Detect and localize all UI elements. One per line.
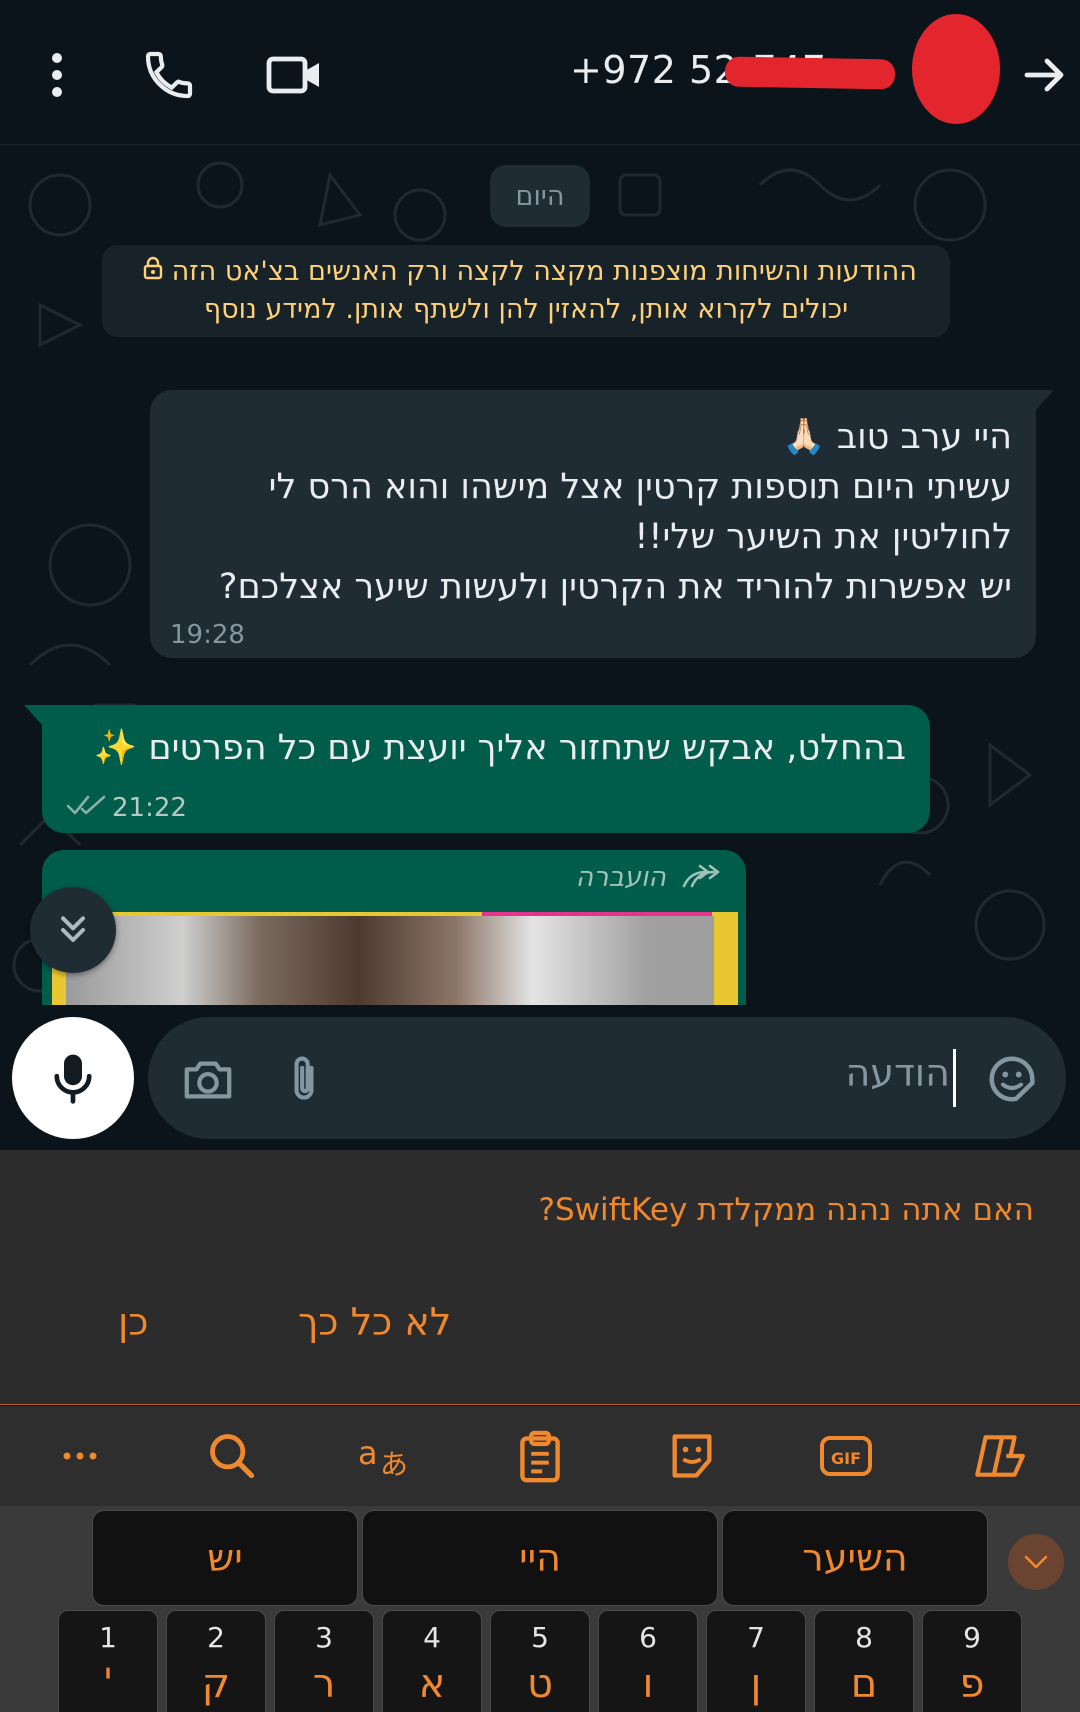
suggestion-1[interactable]: השיער xyxy=(722,1510,988,1606)
suggestions-expand-button[interactable] xyxy=(1008,1534,1064,1590)
more-options-icon[interactable] xyxy=(22,40,92,110)
key-6[interactable]: 6ו xyxy=(598,1610,698,1712)
key-9[interactable]: 9פ xyxy=(922,1610,1022,1712)
scroll-to-bottom-button[interactable] xyxy=(30,887,116,973)
gif-icon[interactable]: GIF xyxy=(814,1424,878,1488)
key-1[interactable]: 1 ' xyxy=(58,1610,158,1712)
copilot-icon[interactable] xyxy=(966,1424,1030,1488)
voice-record-button[interactable] xyxy=(12,1017,134,1139)
forwarded-label: הועברה xyxy=(575,862,666,893)
attach-icon[interactable] xyxy=(272,1047,336,1111)
keyboard-toolbar: aあ GIF xyxy=(0,1406,1080,1506)
key-2[interactable]: 2ק xyxy=(166,1610,266,1712)
svg-text:GIF: GIF xyxy=(831,1449,861,1468)
svg-text:a: a xyxy=(358,1434,378,1472)
outgoing-message[interactable]: בהחלט, אבקש שתחזור אליך יועצת עם כל הפרט… xyxy=(24,705,930,833)
forwarded-icon xyxy=(680,862,722,896)
notice-line-1: ההודעות והשיחות מוצפנות מקצה לקצה ורק הא… xyxy=(171,256,917,287)
chevron-down-icon xyxy=(1024,1555,1048,1569)
forwarded-message[interactable]: הועברה xyxy=(42,850,746,1005)
prompt-yes-button[interactable]: כן xyxy=(118,1300,148,1344)
double-check-icon xyxy=(66,793,108,821)
double-chevron-down-icon xyxy=(61,916,85,942)
message-text: היי ערב טוב 🙏🏻 עשיתי היום תוספות קרטין א… xyxy=(182,412,1012,612)
back-arrow-icon[interactable] xyxy=(1010,40,1080,110)
key-3[interactable]: 3ר xyxy=(274,1610,374,1712)
encryption-notice[interactable]: ההודעות והשיחות מוצפנות מקצה לקצה ורק הא… xyxy=(102,245,950,337)
message-line: היי ערב טוב 🙏🏻 xyxy=(782,417,1012,457)
lock-icon xyxy=(143,253,163,291)
message-text: בהחלט, אבקש שתחזור אליך יועצת עם כל הפרט… xyxy=(93,728,906,768)
message-time: 19:28 xyxy=(170,620,245,650)
message-time: 21:22 xyxy=(112,793,187,823)
chat-header: +972 52-747 xyxy=(0,0,1080,145)
video-call-icon[interactable] xyxy=(260,40,330,110)
key-4[interactable]: 4א xyxy=(382,1610,482,1712)
svg-text:あ: あ xyxy=(380,1448,408,1480)
input-placeholder: הודעה xyxy=(845,1051,950,1095)
chat-area[interactable]: היום ההודעות והשיחות מוצפנות מקצה לקצה ו… xyxy=(0,145,1080,1005)
message-composer: הודעה xyxy=(0,1005,1080,1150)
redaction-mark xyxy=(724,56,896,90)
sticker-emoji-icon[interactable] xyxy=(980,1047,1044,1111)
text-caret xyxy=(953,1049,956,1107)
avatar[interactable] xyxy=(912,14,1000,124)
forwarded-image[interactable] xyxy=(52,912,738,1005)
date-separator: היום xyxy=(490,165,590,227)
voice-call-icon[interactable] xyxy=(134,40,204,110)
key-5[interactable]: 5ט xyxy=(490,1610,590,1712)
search-icon[interactable] xyxy=(200,1424,264,1488)
suggestion-2[interactable]: היי xyxy=(362,1510,718,1606)
prompt-no-button[interactable]: לא כל כך xyxy=(298,1300,451,1344)
key-8[interactable]: 8ם xyxy=(814,1610,914,1712)
swiftkey-feedback-prompt: האם אתה נהנה ממקלדת SwiftKey? כן לא כל כ… xyxy=(0,1150,1080,1405)
more-icon[interactable] xyxy=(48,1424,112,1488)
incoming-message[interactable]: היי ערב טוב 🙏🏻 עשיתי היום תוספות קרטין א… xyxy=(150,390,1054,658)
message-line: לחוליטין את השיער שלי!! xyxy=(634,517,1012,557)
message-line: יש אפשרות להוריד את הקרטין ולעשות שיער א… xyxy=(218,567,1012,607)
clipboard-icon[interactable] xyxy=(508,1424,572,1488)
prompt-question: האם אתה נהנה ממקלדת SwiftKey? xyxy=(538,1192,1034,1228)
translate-icon[interactable]: aあ xyxy=(354,1424,418,1488)
message-line: עשיתי היום תוספות קרטין אצל מישהו והוא ה… xyxy=(268,467,1012,507)
microphone-icon xyxy=(54,1054,92,1104)
sticker-icon[interactable] xyxy=(660,1424,724,1488)
message-input[interactable]: הודעה xyxy=(148,1017,1066,1139)
key-7[interactable]: 7ן xyxy=(706,1610,806,1712)
keyboard-keys: השיער היי יש 1 ' 2ק 3ר 4א 5ט 6ו 7ן 8ם 9פ xyxy=(0,1506,1080,1712)
camera-icon[interactable] xyxy=(176,1047,240,1111)
suggestion-3[interactable]: יש xyxy=(92,1510,358,1606)
notice-line-2: יכולים לקרוא אותן, להאזין להן ולשתף אותן… xyxy=(203,294,849,325)
